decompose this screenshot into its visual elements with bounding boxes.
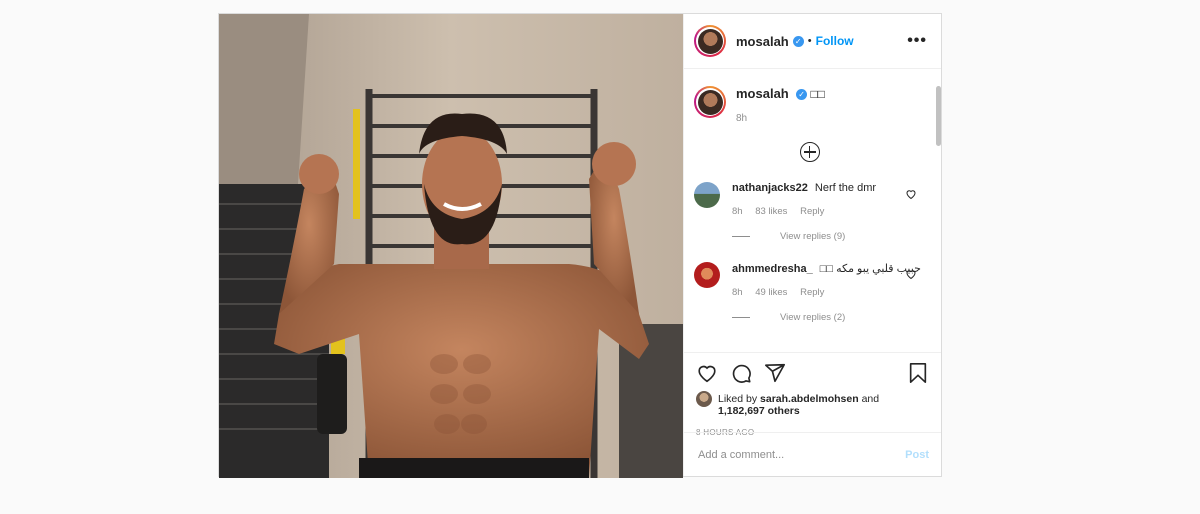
author-avatar[interactable] (694, 25, 726, 57)
post-header: mosalah ✓ • Follow ••• (684, 14, 941, 69)
comment-item: ahmmedresha_ □□ حبيب قلبي يبو مكه 8h 49 … (694, 262, 925, 323)
comment-heart-icon[interactable] (905, 268, 917, 280)
bookmark-icon[interactable] (907, 362, 929, 384)
more-icon[interactable]: ••• (907, 32, 927, 50)
photo-illustration (219, 14, 683, 478)
comment-icon[interactable] (730, 362, 752, 384)
comments-scrollbar[interactable] (936, 86, 941, 146)
add-circle-icon[interactable] (799, 142, 820, 162)
instagram-post: mosalah ✓ • Follow ••• mosalah ✓ □□ 8h n… (218, 13, 942, 478)
comment-time: 8h (732, 287, 743, 298)
comment-heart-icon[interactable] (905, 188, 917, 200)
likes-summary: Liked by sarah.abdelmohsen and 1,182,697… (696, 391, 929, 417)
comment-likes[interactable]: 83 likes (755, 206, 787, 217)
likes-count[interactable]: 1,182,697 others (718, 405, 800, 417)
liker-username[interactable]: sarah.abdelmohsen (760, 393, 859, 405)
share-icon[interactable] (764, 362, 786, 384)
comment-username[interactable]: nathanjacks22 (732, 182, 808, 194)
comment-username[interactable]: ahmmedresha_ (732, 263, 813, 275)
caption-time: 8h (736, 113, 748, 124)
comments-list[interactable]: mosalah ✓ □□ 8h nathanjacks22 Nerf the d… (684, 70, 941, 352)
author-username[interactable]: mosalah (736, 34, 789, 49)
caption-text: □□ (810, 87, 825, 101)
add-comment-bar: Post (684, 432, 941, 476)
comment-likes[interactable]: 49 likes (755, 287, 787, 298)
avatar-image (697, 89, 723, 115)
verified-badge-icon: ✓ (796, 89, 808, 101)
comment-item: nathanjacks22 Nerf the dmr 8h 83 likes R… (694, 182, 925, 242)
reply-button[interactable]: Reply (800, 206, 824, 217)
comment-input[interactable] (696, 447, 906, 462)
liker-avatar[interactable] (696, 391, 712, 407)
avatar-image (697, 28, 723, 54)
caption-username[interactable]: mosalah (736, 86, 789, 101)
post-sidebar: mosalah ✓ • Follow ••• mosalah ✓ □□ 8h n… (683, 14, 941, 476)
post-photo[interactable] (219, 14, 683, 478)
commenter-avatar[interactable] (694, 182, 720, 208)
post-button[interactable]: Post (905, 449, 929, 461)
commenter-avatar[interactable] (694, 262, 720, 288)
comment-text: Nerf the dmr (814, 182, 877, 194)
comment-time: 8h (732, 206, 743, 217)
view-replies-link[interactable]: View replies (2) (732, 312, 925, 323)
caption: mosalah ✓ □□ 8h (694, 86, 925, 124)
caption-avatar[interactable] (694, 86, 726, 118)
follow-button[interactable]: Follow (816, 34, 854, 48)
view-replies-link[interactable]: View replies (9) (732, 231, 925, 242)
heart-icon[interactable] (696, 362, 718, 384)
action-bar (696, 353, 929, 393)
reply-button[interactable]: Reply (800, 287, 824, 298)
separator-dot: • (807, 35, 812, 47)
verified-badge-icon: ✓ (792, 35, 804, 47)
